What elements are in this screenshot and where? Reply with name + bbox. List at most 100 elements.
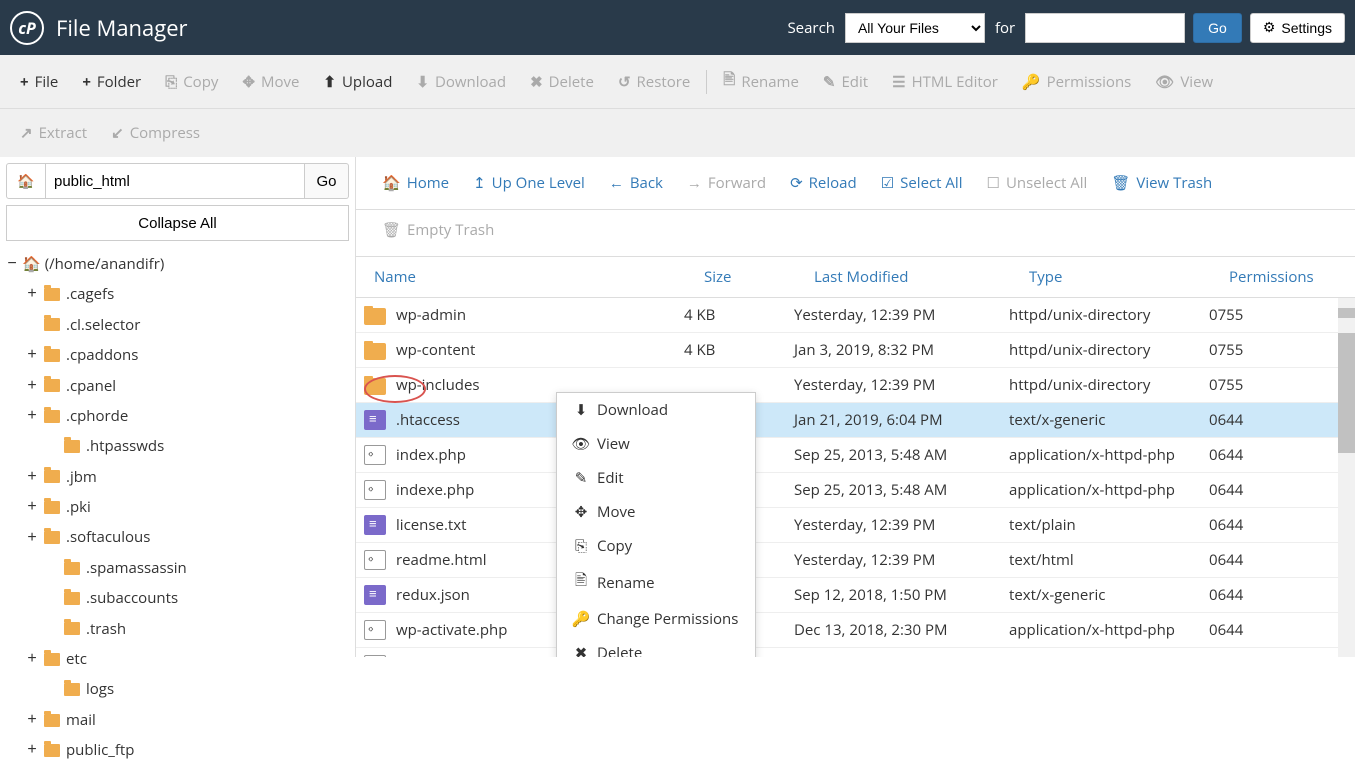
scrollbar-thumb-top[interactable] (1338, 308, 1355, 318)
tree-item[interactable]: +.cagefs (6, 279, 349, 309)
tree-toggle[interactable]: + (26, 644, 38, 674)
restore-button[interactable]: ↺Restore (606, 64, 702, 100)
search-scope-select[interactable]: All Your Files (845, 13, 985, 43)
file-list[interactable]: wp-admin4 KBYesterday, 12:39 PMhttpd/uni… (356, 298, 1355, 657)
reload-link[interactable]: ⟳Reload (778, 167, 869, 199)
context-menu-rename[interactable]: 🖹Rename (557, 563, 755, 602)
context-menu-move[interactable]: ✥Move (557, 495, 755, 529)
download-button[interactable]: ⬇Download (404, 64, 518, 100)
tree-toggle[interactable]: + (26, 340, 38, 370)
col-header-permissions[interactable]: Permissions (1229, 267, 1337, 287)
up-one-level-link[interactable]: ↥Up One Level (461, 167, 597, 199)
col-header-modified[interactable]: Last Modified (814, 267, 1029, 287)
table-row[interactable]: wp-content4 KBJan 3, 2019, 8:32 PMhttpd/… (356, 333, 1355, 368)
folder-tree: − 🏠 (/home/anandifr) +.cagefs+.cl.select… (6, 249, 349, 766)
html-editor-button[interactable]: ☰HTML Editor (880, 64, 1010, 100)
empty-trash-link[interactable]: 🗑Empty Trash (370, 214, 1341, 246)
table-row[interactable]: redux.json3Sep 12, 2018, 1:50 PMtext/x-g… (356, 578, 1355, 613)
table-row[interactable]: readme.html3Yesterday, 12:39 PMtext/html… (356, 543, 1355, 578)
tree-toggle[interactable]: + (26, 371, 38, 401)
edit-button[interactable]: ✎Edit (811, 64, 880, 100)
tree-item[interactable]: +etc (6, 644, 349, 674)
unselect-all-link[interactable]: ☐Unselect All (974, 167, 1099, 199)
tree-toggle[interactable]: + (26, 523, 38, 553)
scrollbar-thumb[interactable] (1338, 333, 1355, 453)
tree-item[interactable]: +.pki (6, 492, 349, 522)
tree-item[interactable]: +.htpasswds (6, 431, 349, 461)
doc-icon (364, 585, 386, 605)
tree-item[interactable]: +.cpaddons (6, 340, 349, 370)
table-row[interactable]: wp-admin4 KBYesterday, 12:39 PMhttpd/uni… (356, 298, 1355, 333)
tree-toggle[interactable]: − (6, 249, 18, 279)
tree-item[interactable]: +.spamassassin (6, 553, 349, 583)
rename-button[interactable]: 🖹Rename (711, 61, 811, 102)
tree-item[interactable]: +.jbm (6, 462, 349, 492)
view-button[interactable]: 👁View (1143, 64, 1225, 100)
select-all-link[interactable]: ☑Select All (869, 167, 975, 199)
delete-button[interactable]: ✖Delete (518, 64, 606, 100)
home-icon: 🏠 (22, 250, 41, 279)
tree-item[interactable]: +mail (6, 705, 349, 735)
col-header-size[interactable]: Size (704, 267, 814, 287)
col-header-name[interactable]: Name (374, 267, 704, 287)
extract-button[interactable]: ↗Extract (8, 115, 99, 151)
context-menu-copy[interactable]: ⎘Copy (557, 529, 755, 563)
context-menu-download[interactable]: ⬇Download (557, 393, 755, 427)
move-icon: ✥ (571, 502, 591, 522)
compress-button[interactable]: ↙Compress (99, 115, 212, 151)
path-input[interactable] (46, 163, 305, 199)
tree-item[interactable]: +.trash (6, 614, 349, 644)
copy-button[interactable]: ⎘Copy (153, 64, 230, 100)
tree-item[interactable]: +.subaccounts (6, 583, 349, 613)
upload-button[interactable]: ⬆Upload (311, 64, 404, 100)
folder-icon (44, 318, 60, 331)
context-menu-view[interactable]: 👁View (557, 427, 755, 461)
context-menu-delete[interactable]: ✖Delete (557, 636, 755, 657)
path-go-button[interactable]: Go (305, 163, 349, 199)
move-button[interactable]: ✥Move (230, 64, 311, 100)
context-menu-label: Delete (597, 643, 642, 657)
table-row[interactable]: wp-includesYesterday, 12:39 PMhttpd/unix… (356, 368, 1355, 403)
home-icon: 🏠 (17, 172, 34, 191)
col-header-type[interactable]: Type (1029, 267, 1229, 287)
tree-toggle[interactable]: + (26, 705, 38, 735)
forward-link[interactable]: →Forward (675, 167, 778, 199)
context-menu-edit[interactable]: ✎Edit (557, 461, 755, 495)
tree-toggle[interactable]: + (26, 492, 38, 522)
table-row[interactable]: license.txt‹BYesterday, 12:39 PMtext/pla… (356, 508, 1355, 543)
table-row[interactable]: index.phpesSep 25, 2013, 5:48 AMapplicat… (356, 438, 1355, 473)
file-name: wp-includes (396, 375, 480, 395)
home-button[interactable]: 🏠 (6, 163, 46, 199)
table-row[interactable]: .htaccessesJan 21, 2019, 6:04 PMtext/x-g… (356, 403, 1355, 438)
file-type: application/x-httpd-php (1009, 445, 1209, 465)
context-menu-change-permissions[interactable]: 🔑Change Permissions (557, 602, 755, 636)
table-row[interactable]: wp-activate.php3Dec 13, 2018, 2:30 PMapp… (356, 613, 1355, 648)
tree-item[interactable]: +logs (6, 674, 349, 704)
permissions-button[interactable]: 🔑Permissions (1010, 64, 1143, 100)
tree-toggle[interactable]: + (26, 735, 38, 765)
new-file-button[interactable]: +File (8, 64, 70, 100)
settings-button[interactable]: ⚙Settings (1250, 13, 1345, 43)
search-input[interactable] (1025, 13, 1185, 43)
tree-item[interactable]: +.cpanel (6, 371, 349, 401)
file-modified: Yesterday, 12:39 PM (794, 550, 1009, 570)
view-trash-link[interactable]: 🗑View Trash (1099, 167, 1224, 199)
home-link[interactable]: 🏠Home (370, 167, 461, 199)
tree-item[interactable]: +.cl.selector (6, 310, 349, 340)
tree-toggle[interactable]: + (26, 462, 38, 492)
new-folder-button[interactable]: +Folder (70, 64, 153, 100)
tree-item[interactable]: +.softaculous (6, 523, 349, 553)
table-row[interactable]: wp-blog-header.phpesDec 19, 2015, 4:50 P… (356, 648, 1355, 657)
tree-toggle[interactable]: + (26, 401, 38, 431)
scrollbar-track[interactable] (1338, 298, 1355, 657)
tree-root[interactable]: − 🏠 (/home/anandifr) (6, 249, 349, 279)
collapse-all-button[interactable]: Collapse All (6, 205, 349, 241)
table-row[interactable]: indexe.phpesSep 25, 2013, 5:48 AMapplica… (356, 473, 1355, 508)
tree-item[interactable]: +public_ftp (6, 735, 349, 765)
back-link[interactable]: ←Back (597, 167, 675, 199)
tree-item[interactable]: +.cphorde (6, 401, 349, 431)
file-modified: Jan 3, 2019, 8:32 PM (794, 340, 1009, 360)
tree-toggle[interactable]: + (26, 279, 38, 309)
file-content-panel: 🏠Home ↥Up One Level ←Back →Forward ⟳Relo… (355, 157, 1355, 657)
search-go-button[interactable]: Go (1193, 13, 1242, 43)
